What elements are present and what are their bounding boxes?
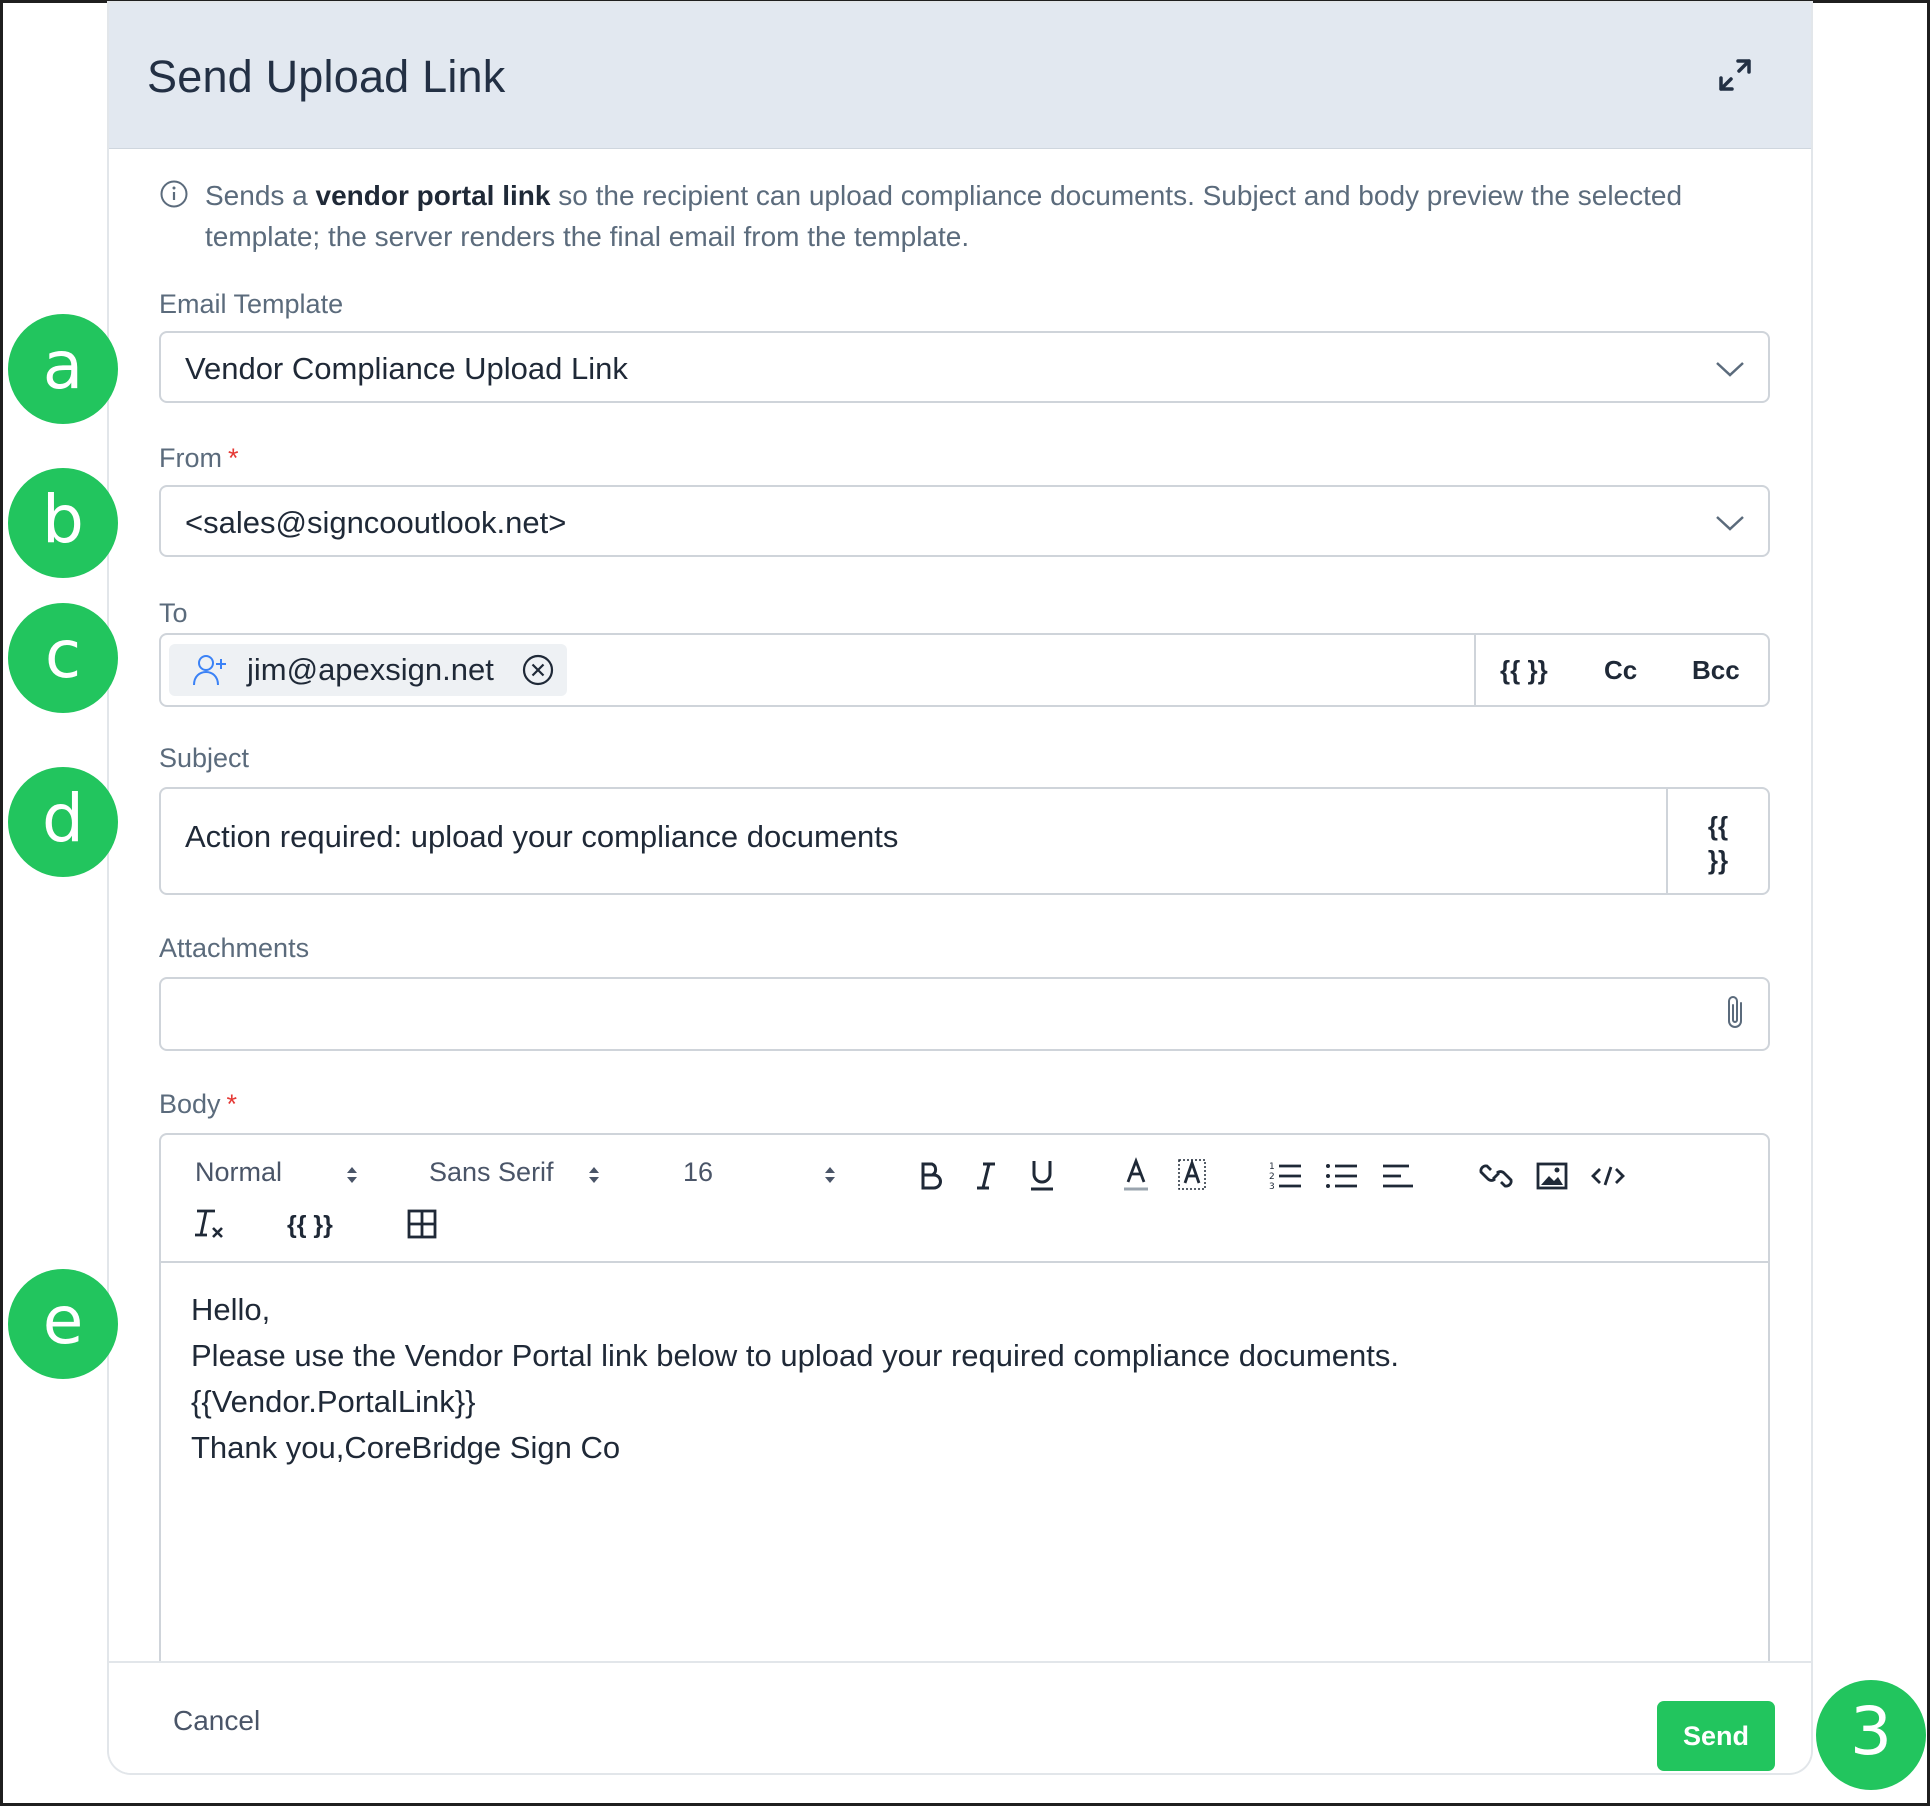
chevron-down-icon [1716, 362, 1744, 377]
to-variables-button[interactable]: {{ }} [1500, 655, 1548, 686]
to-field[interactable]: jim@apexsign.net {{ }} Cc Bcc [159, 633, 1770, 707]
dialog-header: Send Upload Link [109, 3, 1811, 149]
svg-text:3: 3 [1269, 1182, 1275, 1192]
to-label: To [159, 598, 188, 628]
heading-select[interactable]: Normal [195, 1157, 282, 1188]
attachments-label: Attachments [159, 933, 310, 963]
send-upload-link-dialog: Send Upload Link Sends a vendor portal l… [109, 3, 1811, 1773]
select-arrows-icon [825, 1167, 835, 1183]
callout-a: a [8, 314, 118, 424]
info-bold: vendor portal link [315, 180, 551, 211]
link-icon[interactable] [1477, 1157, 1515, 1195]
info-text: Sends a vendor portal link so the recipi… [205, 180, 1683, 252]
clear-format-icon[interactable] [191, 1205, 229, 1243]
cancel-button[interactable]: Cancel [173, 1705, 260, 1737]
select-arrows-icon [347, 1167, 357, 1183]
subject-input[interactable]: Action required: upload your compliance … [159, 787, 1770, 895]
background-color-icon[interactable] [1173, 1155, 1211, 1193]
image-icon[interactable] [1533, 1157, 1571, 1195]
callout-e: e [8, 1269, 118, 1379]
body-label: Body * [159, 1089, 238, 1119]
bullet-list-icon[interactable] [1323, 1157, 1361, 1195]
subject-variables-button[interactable]: {{}} [1666, 789, 1768, 893]
callout-3: 3 [1816, 1680, 1926, 1790]
callout-b: b [8, 468, 118, 578]
editor-variables-button[interactable]: {{ }} [287, 1211, 333, 1240]
bcc-button[interactable]: Bcc [1692, 655, 1740, 686]
callout-c: c [8, 603, 118, 713]
size-select[interactable]: 16 [683, 1157, 713, 1188]
font-select[interactable]: Sans Serif [429, 1157, 554, 1188]
code-icon[interactable] [1589, 1157, 1627, 1195]
select-arrows-icon [589, 1167, 599, 1183]
from-value: <sales@signcooutlook.net> [185, 505, 567, 540]
editor-content[interactable]: Hello, Please use the Vendor Portal link… [191, 1287, 1399, 1471]
body-line: {{Vendor.PortalLink}} [191, 1384, 476, 1419]
required-mark: * [228, 443, 239, 473]
align-left-icon[interactable] [1379, 1157, 1417, 1195]
email-template-select[interactable]: Vendor Compliance Upload Link [159, 331, 1770, 403]
subject-label: Subject [159, 743, 250, 773]
bold-icon[interactable] [911, 1157, 949, 1195]
body-line: Please use the Vendor Portal link below … [191, 1338, 1400, 1373]
body-line: Thank you,CoreBridge Sign Co [191, 1430, 621, 1465]
cc-button[interactable]: Cc [1604, 655, 1637, 686]
svg-text:1: 1 [1269, 1162, 1275, 1172]
from-select[interactable]: <sales@signcooutlook.net> [159, 485, 1770, 557]
to-addons: {{ }} Cc Bcc [1474, 635, 1768, 705]
callout-d: d [8, 767, 118, 877]
email-template-label: Email Template [159, 289, 344, 319]
expand-icon[interactable] [1717, 57, 1753, 93]
ordered-list-icon[interactable]: 1 2 3 [1267, 1157, 1305, 1195]
send-button[interactable]: Send [1657, 1701, 1775, 1771]
dialog-title: Send Upload Link [147, 51, 506, 102]
italic-icon[interactable] [967, 1157, 1005, 1195]
recipient-chip: jim@apexsign.net [169, 644, 567, 696]
svg-text:2: 2 [1269, 1172, 1275, 1182]
text-color-icon[interactable] [1117, 1155, 1155, 1193]
required-mark: * [226, 1089, 238, 1119]
attachments-field[interactable] [159, 977, 1770, 1051]
table-icon[interactable] [403, 1205, 441, 1243]
editor-toolbar: Normal Sans Serif 16 1 2 3 {{}} [161, 1135, 1768, 1263]
remove-recipient-icon[interactable] [521, 653, 555, 687]
body-line: Hello, [191, 1292, 271, 1327]
from-label: From * [159, 443, 239, 473]
recipient-email: jim@apexsign.net [247, 652, 494, 687]
underline-icon[interactable] [1023, 1155, 1061, 1193]
subject-value: Action required: upload your compliance … [185, 819, 899, 854]
body-editor: Normal Sans Serif 16 1 2 3 {{}} Hello, … [159, 1133, 1770, 1693]
info-icon [160, 180, 188, 208]
dialog-footer: Cancel Send [109, 1661, 1811, 1773]
paperclip-icon[interactable] [1722, 993, 1748, 1033]
add-user-icon [193, 655, 226, 686]
chevron-down-icon [1716, 516, 1744, 531]
email-template-value: Vendor Compliance Upload Link [185, 351, 628, 386]
